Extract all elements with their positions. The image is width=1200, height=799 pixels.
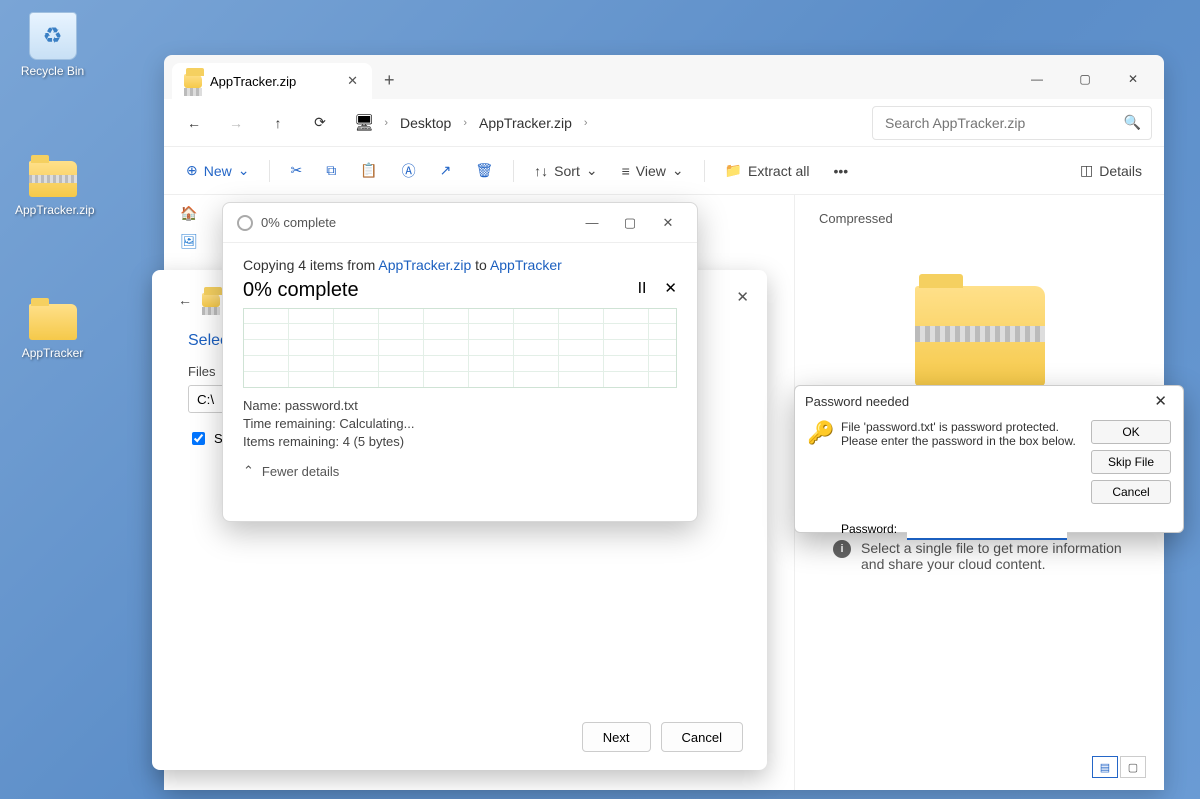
cancel-copy-button[interactable]: ✕ <box>664 279 677 297</box>
password-input[interactable] <box>907 518 1067 540</box>
folder-icon <box>29 304 77 340</box>
details-toggle-button[interactable]: ◫ Details <box>1070 153 1152 189</box>
rename-button[interactable]: Ⓐ <box>392 153 426 189</box>
delete-button[interactable]: 🗑 <box>465 153 503 189</box>
back-arrow-icon[interactable]: ← <box>178 292 192 308</box>
tab-apptracker[interactable]: AppTracker.zip ✕ <box>172 63 372 99</box>
fewer-details-toggle[interactable]: ⌃ Fewer details <box>243 463 677 479</box>
search-icon: 🔍 <box>1124 114 1141 131</box>
window-maximize-button[interactable]: ▢ <box>1062 63 1108 95</box>
extract-all-button[interactable]: 📁 Extract all <box>715 153 820 189</box>
copy-description: Copying 4 items from AppTracker.zip to A… <box>243 257 677 273</box>
view-button[interactable]: ≡ View ⌄ <box>612 153 694 189</box>
progress-circle-icon <box>237 215 253 231</box>
nav-up-button[interactable]: ↑ <box>260 105 296 141</box>
nav-bar: ← → ↑ ⟳ 🖥 › Desktop › AppTracker.zip › 🔍 <box>164 99 1164 147</box>
desktop-recycle-bin[interactable]: Recycle Bin <box>15 12 90 78</box>
nav-forward-button[interactable]: → <box>218 105 254 141</box>
tab-title: AppTracker.zip <box>210 74 296 89</box>
wizard-cancel-button[interactable]: Cancel <box>661 722 743 752</box>
copy-name-line: Name: password.txt <box>243 398 677 413</box>
view-label: View <box>636 163 666 179</box>
desktop-zip-file[interactable]: AppTracker.zip <box>15 155 90 217</box>
password-close-button[interactable]: ✕ <box>1148 391 1173 411</box>
password-message: File 'password.txt' is password protecte… <box>841 420 1081 504</box>
password-ok-button[interactable]: OK <box>1091 420 1171 444</box>
zip-file-icon <box>29 161 77 197</box>
cut-button[interactable]: ✂ <box>280 153 312 189</box>
search-input[interactable] <box>883 114 1124 132</box>
folder-label: AppTracker <box>15 346 90 360</box>
sort-button[interactable]: ↑↓ Sort ⌄ <box>524 153 607 189</box>
recycle-bin-icon <box>29 12 77 60</box>
copy-maximize-button[interactable]: ▢ <box>615 210 645 236</box>
pause-button[interactable]: ⅠⅠ <box>638 279 647 297</box>
details-header: Compressed <box>819 211 1140 226</box>
wizard-show-checkbox[interactable] <box>192 432 205 445</box>
large-zip-icon <box>915 286 1045 386</box>
copy-prefix: Copying 4 items from <box>243 257 378 273</box>
copy-source-link[interactable]: AppTracker.zip <box>378 257 471 273</box>
nav-back-button[interactable]: ← <box>176 105 212 141</box>
crumb-desktop[interactable]: Desktop <box>398 111 453 135</box>
copy-mid: to <box>471 257 490 273</box>
window-close-button[interactable]: ✕ <box>1110 63 1156 95</box>
search-box[interactable]: 🔍 <box>872 106 1152 140</box>
chevron-right-icon: › <box>384 117 388 129</box>
sort-label: Sort <box>554 163 580 179</box>
pc-icon: 🖥 <box>354 113 374 133</box>
fewer-details-label: Fewer details <box>262 464 339 479</box>
chevron-right-icon: › <box>463 117 467 129</box>
chevron-right-icon: › <box>584 117 588 129</box>
recycle-bin-label: Recycle Bin <box>15 64 90 78</box>
crumb-zip[interactable]: AppTracker.zip <box>477 111 574 135</box>
password-cancel-button[interactable]: Cancel <box>1091 480 1171 504</box>
home-icon[interactable]: 🏠 <box>179 203 199 223</box>
new-label: New <box>204 163 232 179</box>
password-title: Password needed <box>805 394 909 409</box>
progress-chart <box>243 308 677 388</box>
desktop-folder[interactable]: AppTracker <box>15 298 90 360</box>
window-minimize-button[interactable]: ― <box>1014 63 1060 95</box>
wizard-next-button[interactable]: Next <box>582 722 651 752</box>
copy-button[interactable]: ⧉ <box>316 153 346 189</box>
paste-button[interactable]: 📋 <box>350 153 387 189</box>
nav-refresh-button[interactable]: ⟳ <box>302 105 338 141</box>
chevron-up-icon: ⌃ <box>243 463 254 479</box>
separator <box>269 160 270 182</box>
view-details-icon-button[interactable]: ▤ <box>1092 756 1118 778</box>
share-button[interactable]: ↗ <box>430 153 462 189</box>
tab-zip-icon <box>184 74 202 88</box>
copy-items-line: Items remaining: 4 (5 bytes) <box>243 434 677 449</box>
separator <box>513 160 514 182</box>
new-button[interactable]: ⊕ New ⌄ <box>176 153 259 189</box>
password-skip-button[interactable]: Skip File <box>1091 450 1171 474</box>
copy-close-button[interactable]: ✕ <box>653 210 683 236</box>
password-dialog: Password needed ✕ 🔑 File 'password.txt' … <box>794 385 1184 533</box>
copy-percent-text: 0% complete <box>243 279 359 301</box>
gallery-icon[interactable]: 🖼 <box>179 231 199 251</box>
new-tab-button[interactable]: + <box>372 62 407 99</box>
tab-close-button[interactable]: ✕ <box>343 69 362 93</box>
key-icon: 🔑 <box>807 420 831 504</box>
wizard-zip-icon <box>202 293 220 307</box>
wizard-close-button[interactable]: ✕ <box>736 288 749 306</box>
separator <box>704 160 705 182</box>
copy-minimize-button[interactable]: ― <box>577 210 607 236</box>
more-button[interactable]: ••• <box>824 153 859 189</box>
view-large-icon-button[interactable]: ▢ <box>1120 756 1146 778</box>
zip-file-label: AppTracker.zip <box>15 203 90 217</box>
copy-progress-dialog: 0% complete ― ▢ ✕ Copying 4 items from A… <box>222 202 698 522</box>
copy-time-line: Time remaining: Calculating... <box>243 416 677 431</box>
copy-title-text: 0% complete <box>261 215 336 230</box>
password-label: Password: <box>841 522 897 536</box>
extract-all-label: Extract all <box>748 163 809 179</box>
details-label: Details <box>1099 163 1142 179</box>
copy-dest-link[interactable]: AppTracker <box>490 257 562 273</box>
toolbar: ⊕ New ⌄ ✂ ⧉ 📋 Ⓐ ↗ 🗑 ↑↓ Sort ⌄ ≡ View ⌄ 📁… <box>164 147 1164 195</box>
breadcrumb[interactable]: 🖥 › Desktop › AppTracker.zip › <box>344 111 866 135</box>
